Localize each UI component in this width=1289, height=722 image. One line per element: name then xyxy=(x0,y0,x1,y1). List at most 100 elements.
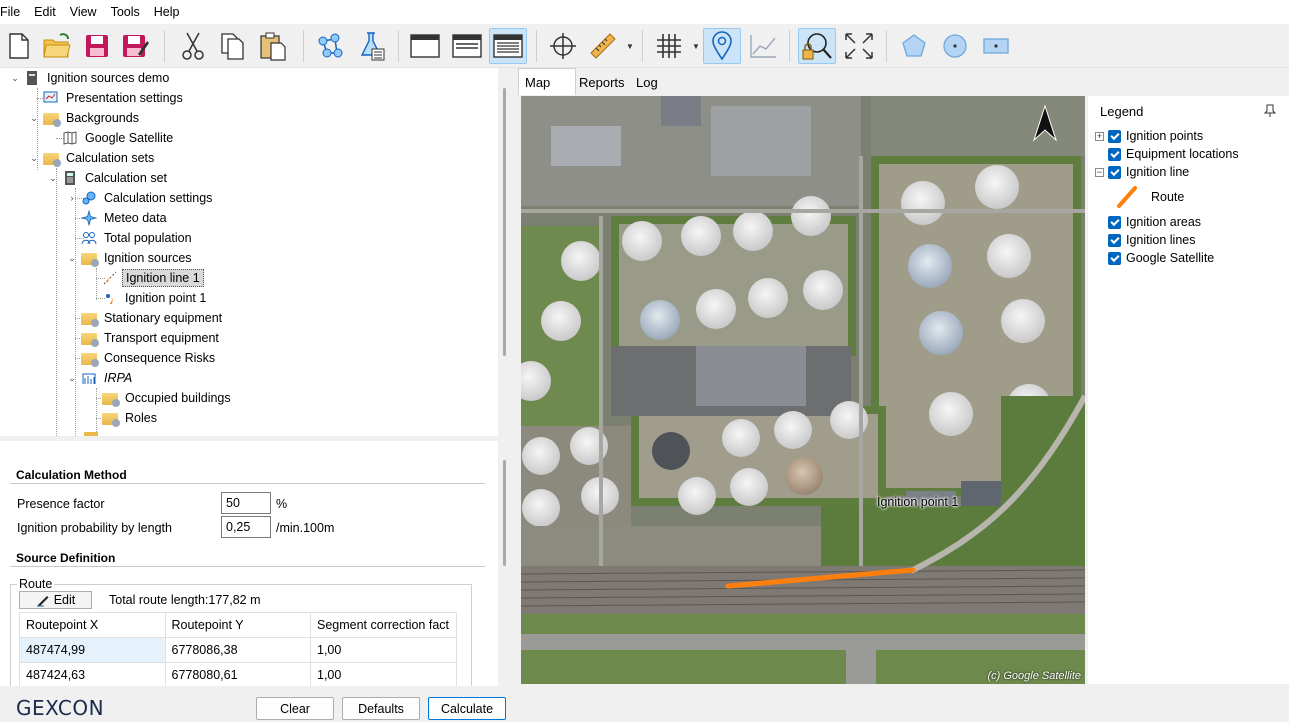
open-folder-icon[interactable] xyxy=(38,28,76,64)
window-list-icon[interactable] xyxy=(448,28,486,64)
window-detail-icon[interactable] xyxy=(489,28,527,64)
table-row[interactable]: 487474,99 6778086,38 1,00 xyxy=(19,637,457,663)
legend-label: Google Satellite xyxy=(1126,251,1215,265)
folder-icon xyxy=(43,113,61,127)
table-row[interactable]: 487424,63 6778080,61 1,00 xyxy=(19,662,457,688)
tree-item-presentation-settings[interactable]: Presentation settings xyxy=(28,88,186,108)
save-as-icon[interactable] xyxy=(116,28,154,64)
column-header[interactable]: Routepoint Y xyxy=(164,612,311,638)
zoom-lock-icon[interactable] xyxy=(798,28,836,64)
tree-item-stationary-equipment[interactable]: Stationary equipment xyxy=(66,308,225,328)
rectangle-icon[interactable] xyxy=(977,28,1015,64)
tree-item-ignition-point-1[interactable]: Ignition point 1 xyxy=(87,288,209,308)
calculate-button[interactable]: Calculate xyxy=(428,697,506,720)
column-header[interactable]: Routepoint X xyxy=(19,612,166,638)
table-cell[interactable]: 6778086,38 xyxy=(164,637,311,663)
chevron-down-icon[interactable]: ⌄ xyxy=(28,113,40,124)
tree-label: Backgrounds xyxy=(66,111,139,125)
tree-item-roles[interactable]: Roles xyxy=(87,408,160,428)
table-cell[interactable]: 6778080,61 xyxy=(164,662,311,688)
column-header[interactable]: Segment correction fact xyxy=(310,612,457,638)
save-icon[interactable] xyxy=(78,28,116,64)
crosshair-icon[interactable] xyxy=(544,28,582,64)
menu-view[interactable]: View xyxy=(70,5,102,19)
grid-dropdown-icon[interactable]: ▼ xyxy=(692,42,700,51)
legend-item-ignition-areas[interactable]: Ignition areas xyxy=(1108,213,1201,231)
tree-scrollbar[interactable] xyxy=(503,88,506,356)
collapse-icon[interactable]: − xyxy=(1095,167,1104,177)
tree-item-ignition-sources[interactable]: ⌄ Ignition sources xyxy=(66,248,195,268)
flask-calculator-icon[interactable] xyxy=(353,28,391,64)
chevron-down-icon[interactable]: ⌄ xyxy=(66,373,78,384)
legend-item-ignition-lines[interactable]: Ignition lines xyxy=(1108,231,1196,249)
network-icon[interactable] xyxy=(311,28,349,64)
ignition-route-line[interactable] xyxy=(521,96,1085,684)
tree-item-project[interactable]: ⌄ Ignition sources demo xyxy=(9,68,172,88)
circle-icon[interactable] xyxy=(936,28,974,64)
tree-item-ignition-line-1[interactable]: Ignition line 1 xyxy=(87,268,204,288)
tab-log[interactable]: Log xyxy=(630,70,664,94)
clear-button[interactable]: Clear xyxy=(256,697,334,720)
checkbox[interactable] xyxy=(1108,215,1121,229)
tree-item-calculation-settings[interactable]: › Calculation settings xyxy=(66,188,215,208)
tree-item-consequence-risks[interactable]: Consequence Risks xyxy=(66,348,218,368)
chevron-down-icon[interactable]: ⌄ xyxy=(47,173,59,184)
table-cell[interactable]: 1,00 xyxy=(310,637,457,663)
satellite-map[interactable]: Ignition point 1 (c) Google Satellite xyxy=(521,96,1085,684)
legend-item-google-satellite[interactable]: Google Satellite xyxy=(1108,249,1214,267)
ruler-dropdown-icon[interactable]: ▼ xyxy=(626,42,634,51)
grid-icon[interactable] xyxy=(650,28,688,64)
menu-file[interactable]: File xyxy=(0,5,25,19)
line-chart-icon[interactable] xyxy=(744,28,782,64)
tree-label: Calculation set xyxy=(85,171,167,185)
tree-item-total-population[interactable]: Total population xyxy=(66,228,195,248)
cut-icon[interactable] xyxy=(174,28,212,64)
edit-route-button[interactable]: Edit xyxy=(19,591,92,609)
pentagon-icon[interactable] xyxy=(895,28,933,64)
new-file-icon[interactable] xyxy=(0,28,38,64)
checkbox[interactable] xyxy=(1108,129,1121,143)
tree-item-calculation-set[interactable]: ⌄ Calculation set xyxy=(47,168,170,188)
tab-reports[interactable]: Reports xyxy=(573,70,631,94)
legend-item-equipment-locations[interactable]: Equipment locations xyxy=(1108,145,1239,163)
checkbox[interactable] xyxy=(1108,251,1121,265)
legend-item-ignition-line[interactable]: − Ignition line xyxy=(1095,163,1189,181)
window-icon[interactable] xyxy=(406,28,444,64)
route-label: Route xyxy=(17,577,55,591)
expand-icon[interactable]: + xyxy=(1095,131,1104,141)
fit-extent-icon[interactable] xyxy=(840,28,878,64)
table-cell[interactable]: 487474,99 xyxy=(19,637,166,663)
chevron-right-icon[interactable]: › xyxy=(66,193,78,203)
legend-item-ignition-points[interactable]: + Ignition points xyxy=(1095,127,1203,145)
checkbox[interactable] xyxy=(1108,233,1121,247)
tree-item-irpa[interactable]: ⌄ IRPA xyxy=(66,368,135,388)
menu-edit[interactable]: Edit xyxy=(34,5,61,19)
menu-tools[interactable]: Tools xyxy=(111,5,145,19)
tree-item-occupied-buildings[interactable]: Occupied buildings xyxy=(87,388,234,408)
ruler-icon[interactable] xyxy=(584,28,622,64)
tree-item-transport-equipment[interactable]: Transport equipment xyxy=(66,328,222,348)
paste-icon[interactable] xyxy=(254,28,292,64)
table-cell[interactable]: 487424,63 xyxy=(19,662,166,688)
pin-icon[interactable] xyxy=(1264,104,1276,118)
ignition-probability-input[interactable] xyxy=(221,516,271,538)
properties-scrollbar[interactable] xyxy=(503,460,506,566)
map-pin-icon[interactable] xyxy=(703,28,741,64)
defaults-button[interactable]: Defaults xyxy=(342,697,420,720)
chevron-down-icon[interactable]: ⌄ xyxy=(28,153,40,164)
tree-item-backgrounds[interactable]: ⌄ Backgrounds xyxy=(28,108,142,128)
checkbox[interactable] xyxy=(1108,165,1121,179)
tab-map[interactable]: Map xyxy=(518,68,576,95)
tree-item-meteo-data[interactable]: Meteo data xyxy=(66,208,170,228)
checkbox[interactable] xyxy=(1108,147,1121,161)
tree-item-google-satellite[interactable]: Google Satellite xyxy=(47,128,176,148)
copy-icon[interactable] xyxy=(214,28,252,64)
map-copyright: (c) Google Satellite xyxy=(987,670,1081,682)
chevron-down-icon[interactable]: ⌄ xyxy=(9,73,21,84)
chevron-down-icon[interactable]: ⌄ xyxy=(66,253,78,264)
tree-item-calculation-sets[interactable]: ⌄ Calculation sets xyxy=(28,148,157,168)
menu-help[interactable]: Help xyxy=(154,5,185,19)
presence-factor-input[interactable] xyxy=(221,492,271,514)
ignition-point-label[interactable]: Ignition point 1 xyxy=(877,495,958,509)
table-cell[interactable]: 1,00 xyxy=(310,662,457,688)
